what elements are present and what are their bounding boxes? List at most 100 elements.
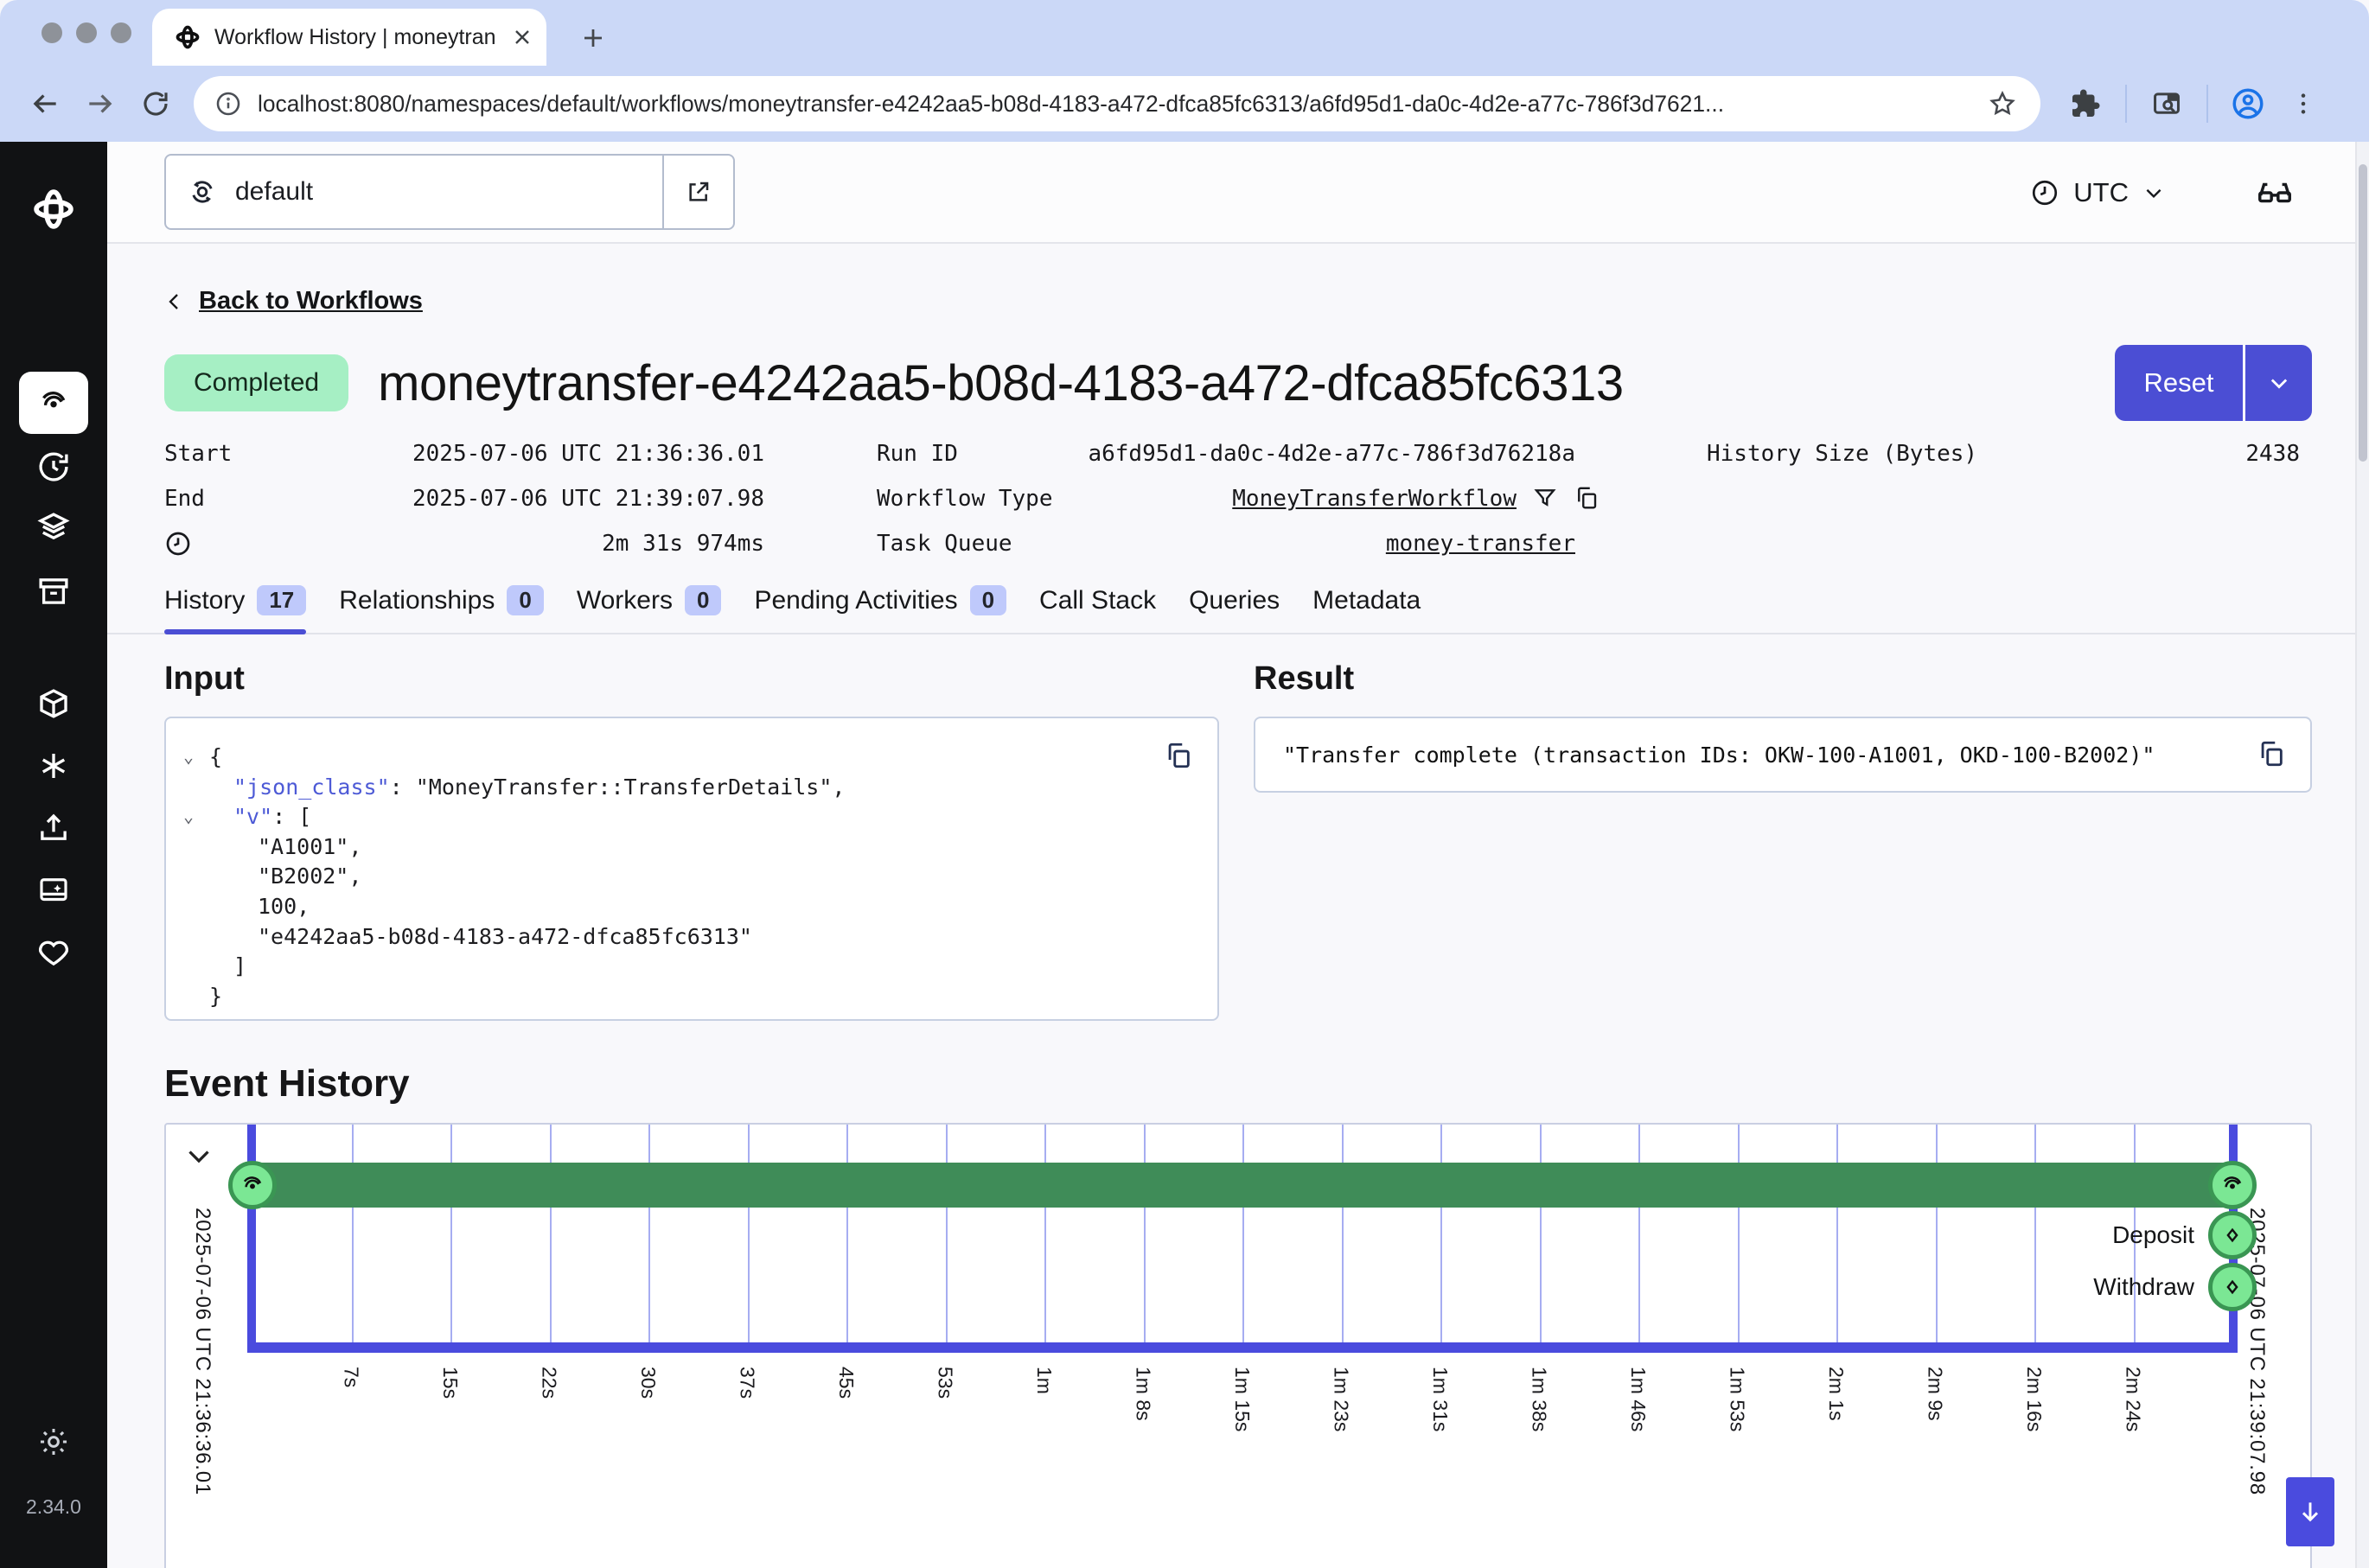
chevron-down-icon xyxy=(2142,182,2165,204)
back-button[interactable] xyxy=(17,76,73,131)
tick-label: 22s xyxy=(538,1367,561,1399)
collapse-caret-icon[interactable]: ⌄ xyxy=(183,743,209,773)
grid-line xyxy=(1738,1125,1740,1342)
sidebar-item-nexus[interactable] xyxy=(35,748,72,784)
grid-line xyxy=(352,1125,354,1342)
json-line: } xyxy=(183,982,1193,1012)
tick-label: 2m 1s xyxy=(1824,1367,1848,1421)
input-heading: Input xyxy=(164,660,1219,698)
window-zoom-button[interactable] xyxy=(111,22,131,43)
copy-icon[interactable] xyxy=(1574,485,1600,511)
toolbar-separator xyxy=(2125,85,2127,123)
grid-line xyxy=(748,1125,750,1342)
page-scrollbar xyxy=(2355,142,2369,1568)
bookmark-star-icon[interactable] xyxy=(1975,76,2030,131)
result-card: "Transfer complete (transaction IDs: OKW… xyxy=(1254,717,2312,793)
timeline-collapse-chevron-icon[interactable] xyxy=(180,1138,218,1173)
sidebar-item-import[interactable] xyxy=(35,810,72,846)
tab-search-icon[interactable] xyxy=(2139,76,2194,131)
tick-label: 37s xyxy=(736,1367,759,1399)
tab-count-badge: 17 xyxy=(257,585,306,615)
browser-toolbar: localhost:8080/namespaces/default/workfl… xyxy=(0,66,2369,142)
reset-menu-caret[interactable] xyxy=(2243,345,2312,421)
labs-glasses-icon[interactable] xyxy=(2255,173,2295,213)
namespace-topbar: default UTC xyxy=(107,142,2369,244)
tab-metadata[interactable]: Metadata xyxy=(1312,585,1421,633)
grid-line xyxy=(1242,1125,1244,1342)
grid-line xyxy=(1540,1125,1542,1342)
reload-button[interactable] xyxy=(128,76,183,131)
json-line: 100, xyxy=(183,892,1193,922)
tab-relationships[interactable]: Relationships0 xyxy=(339,585,544,633)
workflow-title: moneytransfer-e4242aa5-b08d-4183-a472-df… xyxy=(378,354,2115,412)
url-text: localhost:8080/namespaces/default/workfl… xyxy=(258,91,1959,118)
tab-close-icon[interactable] xyxy=(512,27,533,48)
timezone-selector[interactable]: UTC xyxy=(2030,142,2165,244)
collapse-caret-icon[interactable]: ⌄ xyxy=(183,802,209,832)
back-to-workflows-link[interactable]: Back to Workflows xyxy=(199,287,423,316)
sidebar-item-schedules[interactable] xyxy=(35,449,72,485)
tab-label: Workers xyxy=(577,586,673,615)
tick-label: 1m xyxy=(1032,1367,1056,1394)
tab-call-stack[interactable]: Call Stack xyxy=(1039,585,1156,633)
site-info-icon[interactable] xyxy=(214,90,242,118)
timeline-start-time-label: 2025-07-06 UTC 21:36:36.01 xyxy=(190,1208,214,1495)
scroll-to-bottom-button[interactable] xyxy=(2286,1477,2334,1546)
namespace-selector[interactable]: default xyxy=(164,154,735,230)
event-marker-deposit[interactable] xyxy=(2208,1211,2257,1259)
namespace-external-link-icon[interactable] xyxy=(662,156,733,228)
scrollbar-thumb[interactable] xyxy=(2359,164,2367,462)
task-queue-link[interactable]: money-transfer xyxy=(1386,531,1575,557)
status-badge: Completed xyxy=(164,354,348,411)
profile-avatar-icon[interactable] xyxy=(2220,76,2276,131)
tick-label: 1m 38s xyxy=(1528,1367,1551,1431)
theme-toggle-sun-icon[interactable] xyxy=(37,1425,70,1458)
tick-label: 1m 46s xyxy=(1626,1367,1650,1431)
event-workflow-started[interactable] xyxy=(228,1161,277,1209)
url-bar[interactable]: localhost:8080/namespaces/default/workfl… xyxy=(194,76,2040,131)
run-id-value: a6fd95d1-da0c-4d2e-a77c-786f3d76218a xyxy=(877,437,1575,471)
tab-history[interactable]: History 17 xyxy=(164,585,306,633)
history-size-value: 2438 xyxy=(1707,437,2300,471)
browser-tab[interactable]: Workflow History | moneytran xyxy=(152,9,546,66)
workflow-details: Start 2025-07-06 UTC 21:36:36.01 End 202… xyxy=(164,437,2312,571)
grid-line xyxy=(2034,1125,2036,1342)
workflow-type-link[interactable]: MoneyTransferWorkflow xyxy=(1232,486,1517,512)
event-history-heading: Event History xyxy=(164,1062,2312,1106)
tab-pending-activities[interactable]: Pending Activities0 xyxy=(754,585,1006,633)
result-copy-button[interactable] xyxy=(2257,739,2286,768)
grid-line xyxy=(1144,1125,1146,1342)
workflow-execution-span-bar[interactable] xyxy=(252,1163,2232,1208)
window-minimize-button[interactable] xyxy=(76,22,97,43)
sidebar-item-feedback[interactable] xyxy=(35,934,72,971)
event-marker-withdraw[interactable] xyxy=(2208,1263,2257,1311)
tab-label: History xyxy=(164,586,245,615)
end-value: 2025-07-06 UTC 21:39:07.98 xyxy=(164,481,764,516)
sidebar-item-docs[interactable] xyxy=(35,872,72,908)
extensions-icon[interactable] xyxy=(2058,76,2113,131)
sidebar-item-archive[interactable] xyxy=(35,573,72,609)
temporal-logo-icon[interactable] xyxy=(31,187,76,232)
window-close-button[interactable] xyxy=(42,22,62,43)
input-copy-button[interactable] xyxy=(1164,741,1193,770)
main-area: default UTC xyxy=(107,142,2369,1568)
sidebar-item-workflows[interactable] xyxy=(19,372,88,434)
new-tab-button[interactable] xyxy=(571,16,616,61)
browser-menu-kebab-icon[interactable] xyxy=(2276,76,2331,131)
sidebar-item-batch-operations[interactable] xyxy=(35,509,72,545)
filter-funnel-icon[interactable] xyxy=(1532,485,1558,511)
namespace-icon xyxy=(187,176,218,207)
grid-line xyxy=(1936,1125,1938,1342)
json-line: "A1001", xyxy=(183,832,1193,863)
sidebar-item-namespaces[interactable] xyxy=(35,685,72,722)
tab-label: Relationships xyxy=(339,586,495,615)
tab-queries[interactable]: Queries xyxy=(1189,585,1280,633)
event-workflow-completed[interactable] xyxy=(2208,1161,2257,1209)
grid-line xyxy=(1342,1125,1344,1342)
app-version: 2.34.0 xyxy=(0,1495,107,1519)
tick-label: 1m 15s xyxy=(1230,1367,1254,1431)
forward-button[interactable] xyxy=(73,76,128,131)
tick-label: 1m 31s xyxy=(1428,1367,1452,1431)
reset-button[interactable]: Reset xyxy=(2115,345,2243,421)
tab-workers[interactable]: Workers0 xyxy=(577,585,722,633)
